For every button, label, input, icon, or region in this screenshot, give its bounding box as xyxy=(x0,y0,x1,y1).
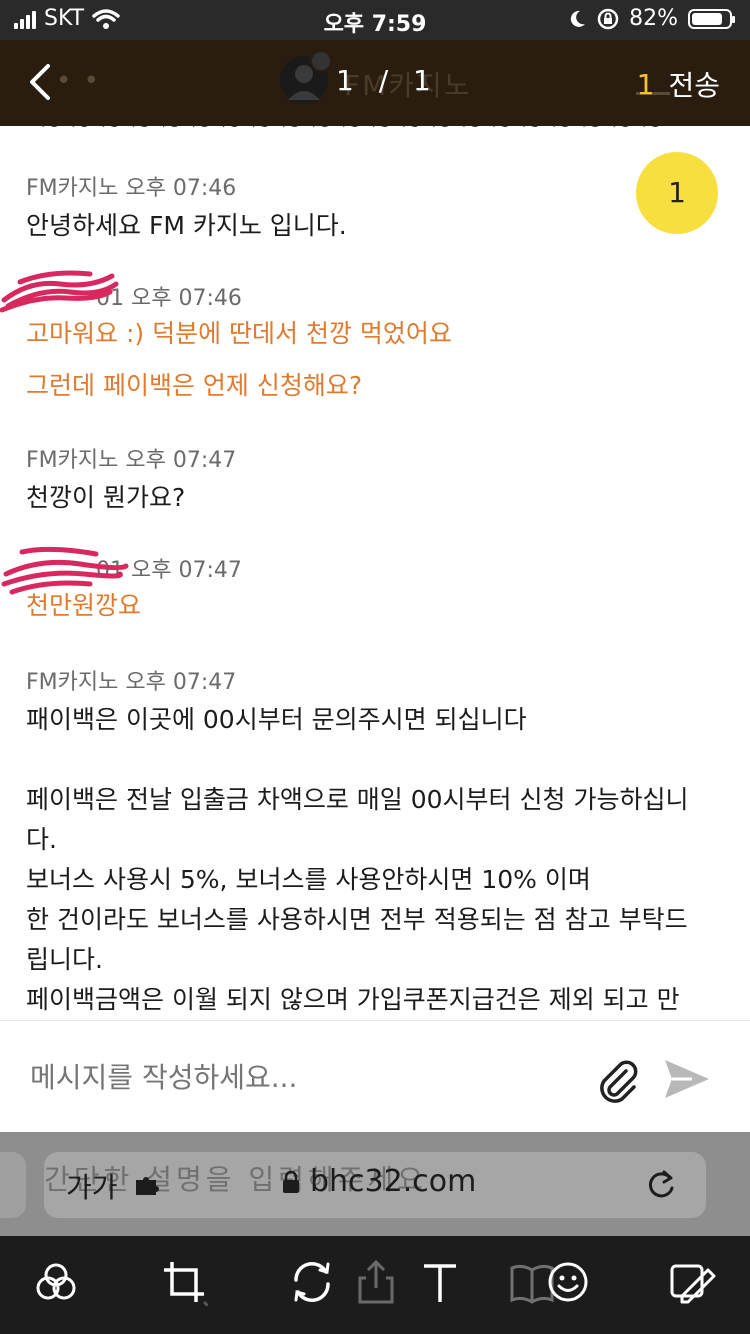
puzzle-icon[interactable] xyxy=(134,1174,160,1196)
avatar-icon xyxy=(280,50,332,104)
send-label: 전송 xyxy=(668,69,720,102)
send-button[interactable]: 1 전송 xyxy=(637,64,720,104)
send-count: 1 xyxy=(636,67,655,101)
send-arrow-icon[interactable] xyxy=(662,1057,712,1101)
chat-header: • • FM카지노 1 / 1 1 전송 xyxy=(0,40,750,126)
edit-copy-icon xyxy=(670,1264,716,1304)
moon-icon xyxy=(570,10,586,27)
ghost-strip: ~ ~ ~ ~ ~ ~ ~ ~ ~ ~ ~ ~ ~ ~ ~ ~ ~ ~ ~ ~ … xyxy=(0,126,750,140)
rotate-button[interactable] xyxy=(288,1258,336,1306)
message-text: 천깡이 뭔가요? xyxy=(26,483,186,512)
unread-badge[interactable]: 1 xyxy=(636,152,718,234)
message-fm: FM카지노 오후 07:47 천깡이 뭔가요? xyxy=(26,442,236,518)
message-text: 안녕하세요 FM 카지노 입니다. xyxy=(26,211,347,240)
message-time: 오후 07:47 xyxy=(125,448,237,473)
message-user-text: 고마워요 :) 덕분에 딴데서 천깡 먹었어요 그런데 페이백은 언제 신청해요… xyxy=(26,314,452,406)
crop-icon xyxy=(164,1262,214,1312)
message-text xyxy=(26,740,726,780)
text-button[interactable] xyxy=(416,1258,464,1306)
battery-fill xyxy=(692,12,722,25)
edit-toolbar xyxy=(0,1236,750,1334)
share-button[interactable] xyxy=(352,1258,400,1306)
message-time: 오후 07:47 xyxy=(125,670,237,695)
paperclip-icon[interactable] xyxy=(596,1059,642,1105)
message-text: 보너스 사용시 5%, 보너스를 사용안하시면 10% 이며 xyxy=(26,865,591,894)
message-time: 오후 07:47 xyxy=(131,558,242,583)
status-bar: SKT 오후 7:59 82% xyxy=(0,0,750,40)
message-text: 립니다. xyxy=(26,945,103,974)
rotate-icon xyxy=(294,1262,330,1302)
rotation-lock-icon xyxy=(597,8,619,29)
sticker-button[interactable] xyxy=(544,1258,592,1306)
message-text: 그런데 페이백은 언제 신청해요? xyxy=(26,371,363,400)
ghost-dots: • • xyxy=(56,66,101,96)
filter-button[interactable] xyxy=(32,1258,80,1306)
redaction-scribble xyxy=(1,546,129,595)
battery-percent: 82% xyxy=(629,6,678,31)
message-text: 페이백은 전날 입출금 차액으로 매일 00시부터 신청 가능하십니 xyxy=(26,785,689,814)
message-text: 한 건이라도 보너스를 사용하시면 전부 적용되는 점 참고 부탁드 xyxy=(26,905,688,934)
message-input[interactable] xyxy=(28,1051,572,1103)
reload-icon[interactable] xyxy=(644,1168,678,1202)
message-fm: FM카지노 오후 07:46 안녕하세요 FM 카지노 입니다. xyxy=(26,170,347,246)
text-icon xyxy=(424,1264,456,1302)
circles-filter-icon xyxy=(36,1263,76,1300)
sender-name: FM카지노 xyxy=(26,670,119,695)
previous-tab-card[interactable] xyxy=(0,1152,26,1218)
sender-name: FM카지노 xyxy=(26,448,119,473)
message-text: 다. xyxy=(26,825,57,854)
message-text: 페이백금액은 이월 되지 않으며 가입쿠폰지급건은 제외 되고 만 xyxy=(26,985,680,1014)
message-text: 패이백은 이곳에 00시부터 문의주시면 되십니다 xyxy=(26,705,527,734)
message-time: 오후 07:46 xyxy=(125,176,237,201)
share-icon xyxy=(358,1259,394,1304)
browser-bar: 간단한 설명을 입력해주세요 가가 bhc32.com xyxy=(0,1132,750,1236)
image-pager: 1 / 1 xyxy=(336,64,439,97)
edit-copy-button[interactable] xyxy=(668,1258,716,1306)
message-composer xyxy=(0,1020,750,1133)
chat-area: FM카지노 오후 07:46 안녕하세요 FM 카지노 입니다. 01 오후 0… xyxy=(0,140,750,1020)
url-text: bhc32.com xyxy=(310,1164,477,1199)
lock-icon xyxy=(283,1170,299,1193)
battery-icon xyxy=(688,8,735,29)
emoji-icon xyxy=(548,1262,588,1302)
message-time: 오후 07:46 xyxy=(131,286,242,311)
message-text: 고마워요 :) 덕분에 딴데서 천깡 먹었어요 xyxy=(26,319,452,348)
sender-name: FM카지노 xyxy=(26,176,119,201)
message-fm: FM카지노 오후 07:47 패이백은 이곳에 00시부터 문의주시면 되십니다… xyxy=(26,664,726,1020)
redaction-scribble xyxy=(0,270,119,313)
crop-button[interactable] xyxy=(160,1258,214,1312)
address-bar[interactable]: 간단한 설명을 입력해주세요 가가 bhc32.com xyxy=(44,1152,706,1218)
text-size-button[interactable]: 가가 xyxy=(66,1166,118,1206)
